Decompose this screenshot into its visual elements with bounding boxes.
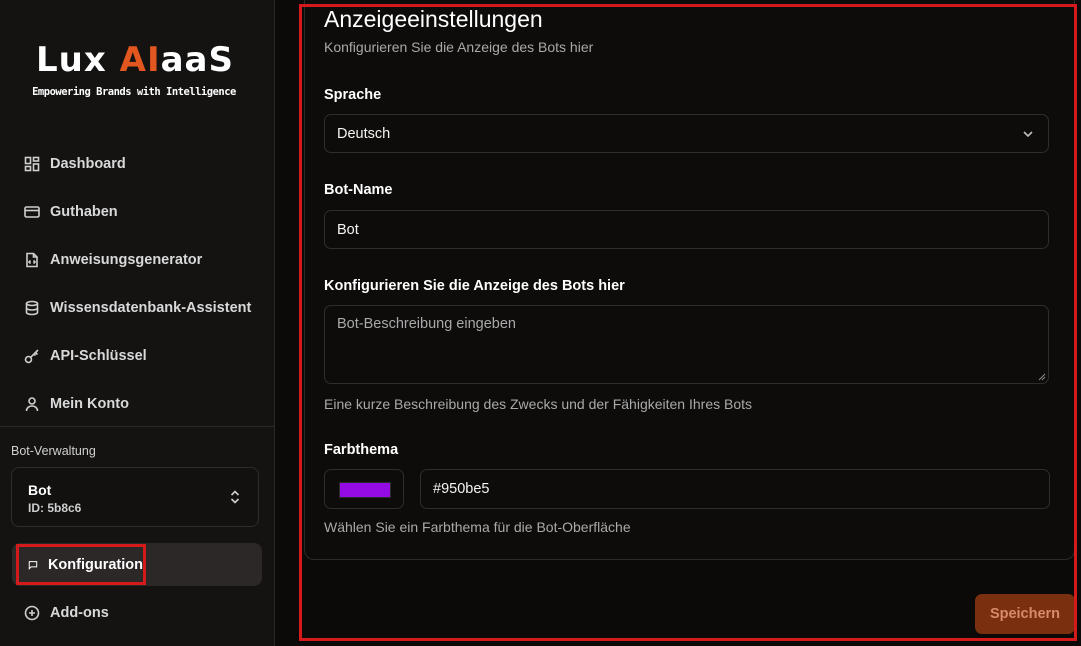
sidebar-item-wissensdatenbank[interactable]: Wissensdatenbank-Assistent: [24, 295, 251, 321]
code-file-icon: [26, 252, 38, 268]
sidebar-item-label: Guthaben: [50, 204, 118, 220]
tagline: Empowering Brands with Intelligence: [32, 86, 236, 98]
sidebar-item-label: Add-ons: [50, 605, 109, 621]
sidebar-item-api-schluessel[interactable]: API-Schlüssel: [24, 343, 147, 369]
section-label: Bot-Verwaltung: [11, 444, 96, 458]
highlight-box: Konfiguration: [16, 544, 146, 585]
credit-card-icon: [24, 206, 40, 218]
sidebar-item-anweisungsgenerator[interactable]: Anweisungsgenerator: [24, 247, 202, 273]
sidebar-divider: [0, 426, 274, 427]
database-icon: [25, 300, 39, 316]
sidebar-item-guthaben[interactable]: Guthaben: [24, 199, 118, 225]
sidebar-item-label: Konfiguration: [47, 556, 143, 573]
sidebar-item-label: Dashboard: [50, 156, 126, 172]
sidebar-item-konfiguration[interactable]: Konfiguration: [12, 543, 262, 586]
sidebar-item-mein-konto[interactable]: Mein Konto: [24, 391, 129, 417]
message-square-icon: [28, 560, 38, 570]
sidebar-item-label: Mein Konto: [50, 396, 129, 412]
bot-id: ID: 5b8c6: [28, 501, 82, 515]
user-icon: [25, 397, 39, 412]
sidebar: Lux AIaaS Empowering Brands with Intelli…: [0, 0, 275, 646]
highlight-frame: [299, 4, 1077, 641]
sidebar-item-label: Wissensdatenbank-Assistent: [50, 300, 252, 316]
key-icon: [24, 349, 39, 364]
sidebar-item-dashboard[interactable]: Dashboard: [24, 151, 126, 177]
chevrons-up-down-icon: [230, 490, 240, 504]
sidebar-item-label: API-Schlüssel: [50, 348, 147, 364]
bot-selector[interactable]: Bot ID: 5b8c6: [11, 467, 259, 527]
sidebar-item-label: Anweisungsgenerator: [50, 252, 203, 268]
logo: Lux AIaaS: [36, 40, 234, 80]
plus-circle-icon: [24, 605, 40, 621]
dashboard-icon: [24, 156, 40, 172]
bot-name: Bot: [28, 482, 52, 498]
sidebar-item-add-ons[interactable]: Add-ons: [24, 600, 109, 626]
